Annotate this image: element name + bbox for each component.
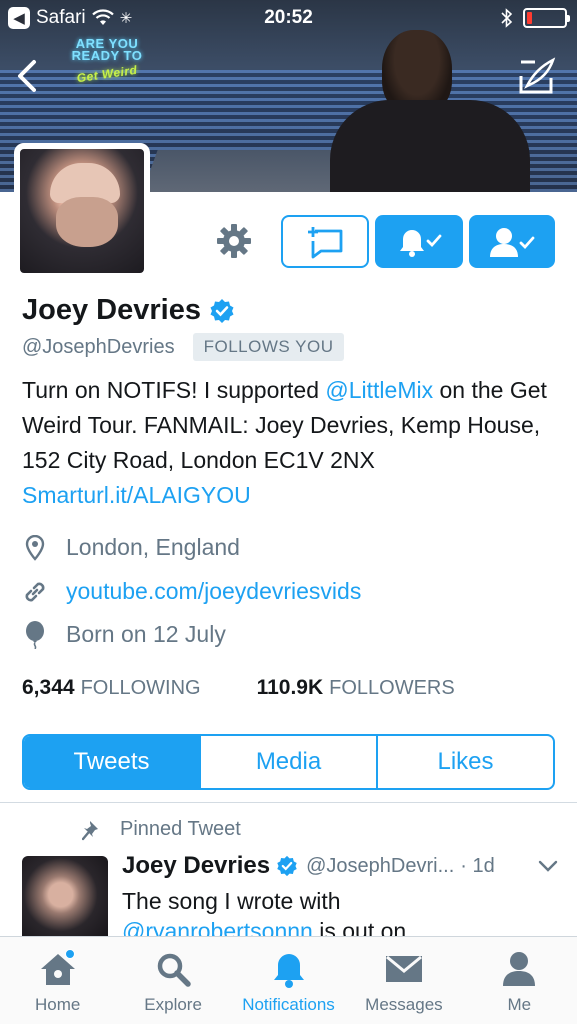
envelope-icon: [384, 949, 424, 989]
compose-tweet-icon[interactable]: [515, 56, 557, 98]
tab-notifications-label: Notifications: [242, 995, 335, 1014]
location-row: London, England: [22, 534, 240, 561]
location-pin-icon: [22, 534, 48, 561]
link-icon: [22, 579, 48, 605]
tweet-header: Joey Devries @JosephDevri... · 1d: [122, 852, 562, 880]
following-button[interactable]: [469, 215, 555, 268]
tab-messages-label: Messages: [365, 995, 443, 1014]
pinned-tweet-label-row: Pinned Tweet: [82, 818, 241, 841]
tab-me[interactable]: Me: [462, 937, 577, 1024]
tab-media[interactable]: Media: [199, 736, 376, 788]
tab-explore-label: Explore: [144, 995, 202, 1014]
birthday-text: Born on 12 July: [66, 621, 226, 647]
tab-me-label: Me: [507, 995, 532, 1014]
followers-count-link[interactable]: 110.9K FOLLOWERS: [257, 676, 455, 700]
direct-message-icon: [308, 226, 343, 258]
following-label: FOLLOWING: [80, 677, 201, 699]
tweet-avatar[interactable]: [22, 856, 108, 942]
tab-likes[interactable]: Likes: [376, 736, 553, 788]
profile-name-row: Joey Devries: [22, 294, 235, 327]
tweet-time: · 1d: [460, 854, 495, 877]
person-icon: [499, 949, 539, 989]
following-person-icon: [490, 227, 535, 257]
profile-tabs: Tweets Media Likes: [22, 734, 555, 790]
tab-notifications[interactable]: Notifications: [231, 937, 346, 1024]
follows-you-badge: FOLLOWS YOU: [192, 333, 345, 361]
bio-mention-link[interactable]: @LittleMix: [325, 377, 433, 403]
tab-home-label: Home: [35, 995, 81, 1014]
status-time: 20:52: [264, 7, 313, 28]
chevron-down-icon[interactable]: [538, 859, 558, 873]
bio-text-1: Turn on NOTIFS! I supported: [22, 377, 326, 403]
sign-line-2: READY TO: [71, 48, 143, 63]
pinned-tweet-label: Pinned Tweet: [120, 818, 241, 840]
bluetooth-icon: [501, 8, 513, 28]
follow-counts: 6,344 FOLLOWING 110.9K FOLLOWERS: [22, 676, 455, 700]
tab-tweets[interactable]: Tweets: [24, 736, 199, 788]
direct-message-button[interactable]: [281, 215, 369, 268]
verified-badge-icon: [210, 298, 234, 323]
back-icon[interactable]: [12, 58, 42, 94]
avatar-face: [56, 197, 118, 247]
profile-avatar[interactable]: [14, 143, 150, 279]
tweet-author-handle: @JosephDevri...: [306, 854, 455, 877]
search-icon: [153, 949, 193, 989]
location-text: London, England: [66, 534, 240, 560]
birthday-row: Born on 12 July: [22, 620, 226, 649]
profile-handle: @JosephDevries: [22, 335, 175, 358]
profile-name: Joey Devries: [22, 294, 201, 326]
gear-icon[interactable]: [215, 222, 253, 260]
arena-sign: ARE YOU READY TO Get Weird: [62, 37, 152, 85]
battery-level: [527, 12, 532, 24]
tab-messages[interactable]: Messages: [346, 937, 461, 1024]
tab-explore[interactable]: Explore: [115, 937, 230, 1024]
tab-home[interactable]: Home: [0, 937, 115, 1024]
banner-person: [330, 30, 530, 192]
notifications-toggle-button[interactable]: [375, 215, 463, 268]
bell-icon: [269, 949, 309, 989]
bio-url-link[interactable]: Smarturl.it/ALAIGYOU: [22, 482, 251, 508]
arena-floor: [142, 150, 358, 192]
following-count: 6,344: [22, 676, 75, 699]
tweet-author-name[interactable]: Joey Devries: [122, 852, 270, 880]
following-count-link[interactable]: 6,344 FOLLOWING: [22, 676, 201, 700]
battery-icon: [523, 8, 570, 28]
profile-bio: Turn on NOTIFS! I supported @LittleMix o…: [22, 373, 557, 513]
balloon-icon: [22, 620, 48, 649]
tweet-text-line-1: The song I wrote with: [122, 888, 341, 914]
section-divider: [0, 802, 577, 803]
person-body: [330, 100, 530, 192]
followers-label: FOLLOWERS: [329, 677, 455, 699]
website-row[interactable]: youtube.com/joeydevriesvids: [22, 578, 361, 605]
website-link[interactable]: youtube.com/joeydevriesvids: [66, 578, 361, 605]
handle-row: @JosephDevries FOLLOWS YOU: [22, 333, 345, 361]
bell-check-icon: [400, 229, 442, 257]
pin-icon: [82, 820, 98, 840]
status-right: [501, 8, 570, 28]
status-bar: ◀ Safari ✳ 20:52: [0, 0, 577, 36]
bottom-tab-bar: Home Explore Notifications Messages Me: [0, 936, 577, 1024]
verified-badge-icon: [276, 855, 298, 877]
followers-count: 110.9K: [256, 676, 324, 699]
